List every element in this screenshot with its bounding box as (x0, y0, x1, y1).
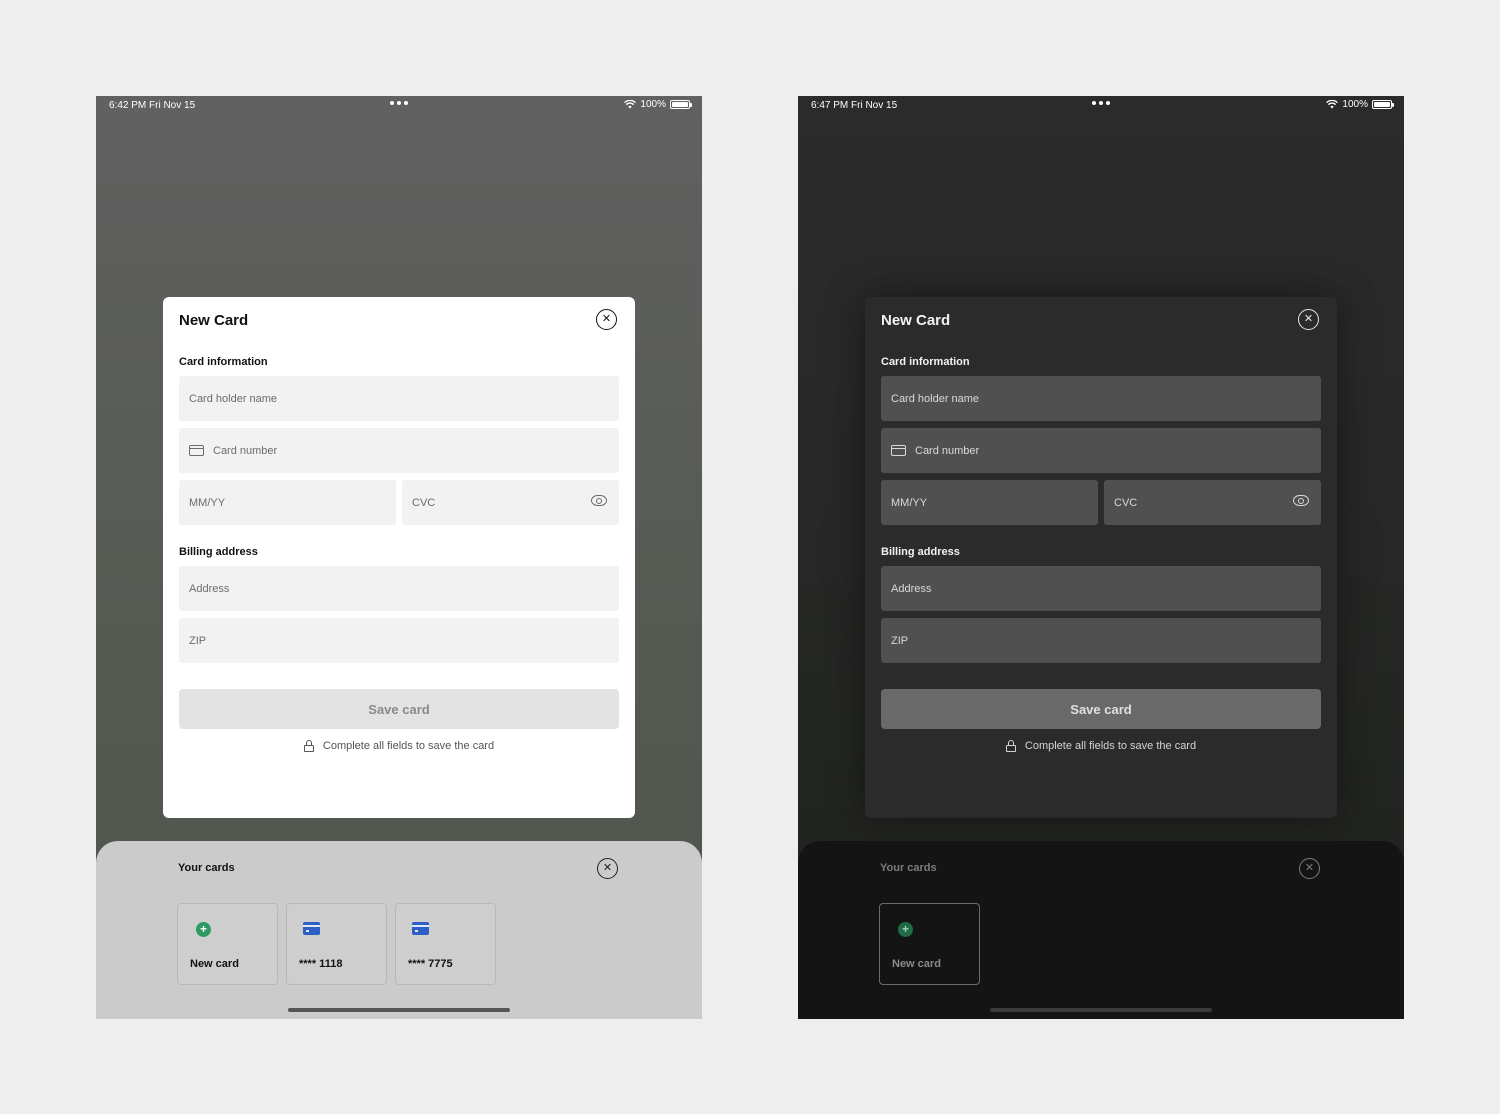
card-tile-7775[interactable]: **** 7775 (395, 903, 496, 985)
lock-icon (1005, 740, 1016, 752)
credit-card-icon (891, 445, 906, 456)
eye-icon[interactable] (1293, 495, 1309, 506)
zip-placeholder: ZIP (189, 634, 207, 647)
wifi-icon (624, 100, 637, 109)
status-right: 100% (624, 99, 692, 110)
close-sheet-button[interactable]: ✕ (597, 858, 618, 879)
new-card-modal: New Card ✕ Card information Card holder … (163, 297, 635, 818)
eye-icon[interactable] (591, 495, 607, 506)
battery-icon (1372, 100, 1394, 109)
save-hint-text: Complete all fields to save the card (322, 740, 495, 752)
close-modal-button[interactable]: ✕ (596, 309, 617, 330)
your-cards-sheet: Your cards ✕ + New card (798, 841, 1404, 1019)
card-number-input[interactable]: Card number (179, 428, 619, 473)
device-dark-mode: 6:47 PM Fri Nov 15 100% New Card ✕ Card … (798, 96, 1404, 1019)
status-right: 100% (1326, 99, 1394, 110)
battery-icon (670, 100, 692, 109)
credit-card-icon (303, 922, 320, 935)
device-light-mode: 6:42 PM Fri Nov 15 100% New Card ✕ Card … (96, 96, 702, 1019)
address-placeholder: Address (891, 582, 932, 595)
status-time: 6:42 PM Fri Nov 15 (109, 100, 196, 111)
your-cards-title: Your cards (178, 862, 235, 874)
billing-address-label: Billing address (881, 546, 960, 558)
card-tile-new[interactable]: + New card (177, 903, 278, 985)
save-card-button[interactable]: Save card (179, 689, 619, 729)
save-hint-text: Complete all fields to save the card (1024, 740, 1197, 752)
close-icon: ✕ (1303, 313, 1314, 325)
card-tile-1118[interactable]: **** 1118 (286, 903, 387, 985)
card-tile-new[interactable]: + New card (879, 903, 980, 985)
card-tile-label: New card (892, 958, 941, 970)
status-bar: 6:47 PM Fri Nov 15 100% (798, 96, 1404, 116)
home-indicator[interactable] (990, 1008, 1212, 1012)
address-input[interactable]: Address (179, 566, 619, 611)
modal-title: New Card (179, 312, 249, 329)
save-hint: Complete all fields to save the card (881, 740, 1321, 752)
card-holder-name-input[interactable]: Card holder name (881, 376, 1321, 421)
plus-circle-icon: + (898, 922, 913, 937)
status-bar: 6:42 PM Fri Nov 15 100% (96, 96, 702, 116)
your-cards-sheet: Your cards ✕ + New card **** 1118 **** 7… (96, 841, 702, 1019)
expiry-input[interactable]: MM/YY (881, 480, 1098, 525)
multitasking-dots-icon[interactable] (1092, 101, 1110, 105)
close-icon: ✕ (602, 862, 613, 874)
multitasking-dots-icon[interactable] (390, 101, 408, 105)
your-cards-title: Your cards (880, 862, 937, 874)
cvc-placeholder: CVC (1114, 496, 1138, 509)
save-card-button[interactable]: Save card (881, 689, 1321, 729)
battery-percent: 100% (640, 99, 666, 110)
close-modal-button[interactable]: ✕ (1298, 309, 1319, 330)
card-holder-placeholder: Card holder name (891, 392, 980, 405)
credit-card-icon (412, 922, 429, 935)
card-number-placeholder: Card number (915, 444, 980, 457)
cvc-input[interactable]: CVC (1104, 480, 1321, 525)
expiry-placeholder: MM/YY (891, 496, 928, 509)
close-sheet-button[interactable]: ✕ (1299, 858, 1320, 879)
expiry-input[interactable]: MM/YY (179, 480, 396, 525)
new-card-modal: New Card ✕ Card information Card holder … (865, 297, 1337, 818)
card-holder-name-input[interactable]: Card holder name (179, 376, 619, 421)
zip-placeholder: ZIP (891, 634, 909, 647)
cvc-placeholder: CVC (412, 496, 436, 509)
billing-address-label: Billing address (179, 546, 258, 558)
status-time: 6:47 PM Fri Nov 15 (811, 100, 898, 111)
card-number-input[interactable]: Card number (881, 428, 1321, 473)
lock-icon (303, 740, 314, 752)
home-indicator[interactable] (288, 1008, 510, 1012)
card-information-label: Card information (881, 356, 970, 368)
plus-circle-icon: + (196, 922, 211, 937)
battery-percent: 100% (1342, 99, 1368, 110)
modal-title: New Card (881, 312, 951, 329)
expiry-placeholder: MM/YY (189, 496, 226, 509)
card-tile-label: New card (190, 958, 239, 970)
zip-input[interactable]: ZIP (881, 618, 1321, 663)
save-hint: Complete all fields to save the card (179, 740, 619, 752)
credit-card-icon (189, 445, 204, 456)
address-input[interactable]: Address (881, 566, 1321, 611)
wifi-icon (1326, 100, 1339, 109)
close-icon: ✕ (1304, 862, 1315, 874)
card-holder-placeholder: Card holder name (189, 392, 278, 405)
card-information-label: Card information (179, 356, 268, 368)
address-placeholder: Address (189, 582, 230, 595)
cvc-input[interactable]: CVC (402, 480, 619, 525)
card-tile-label: **** 7775 (408, 958, 453, 970)
zip-input[interactable]: ZIP (179, 618, 619, 663)
card-number-placeholder: Card number (213, 444, 278, 457)
card-tile-label: **** 1118 (299, 958, 343, 970)
close-icon: ✕ (601, 313, 612, 325)
